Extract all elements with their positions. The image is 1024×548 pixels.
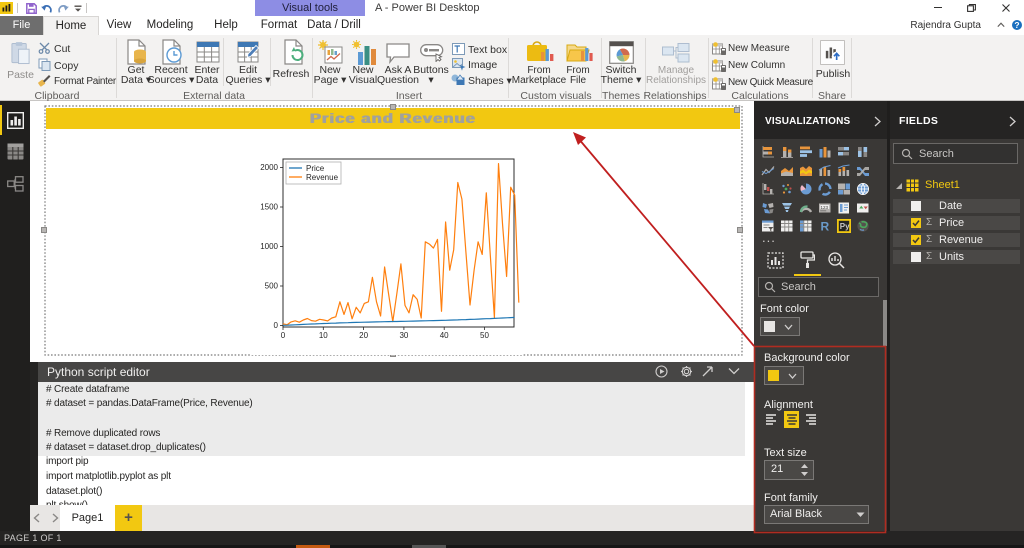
svg-text:0: 0 (274, 321, 279, 330)
svg-text:Py: Py (840, 222, 850, 231)
svg-text:20: 20 (359, 331, 368, 340)
svg-text:1500: 1500 (260, 203, 278, 212)
svg-text:40: 40 (440, 331, 449, 340)
svg-text:50: 50 (480, 331, 489, 340)
svg-text:Price: Price (306, 164, 325, 173)
svg-text:1000: 1000 (260, 242, 278, 251)
svg-text:500: 500 (265, 282, 279, 291)
svg-text:Revenue: Revenue (306, 173, 339, 182)
svg-text:123: 123 (821, 204, 829, 209)
svg-text:2000: 2000 (260, 163, 278, 172)
svg-text:0: 0 (281, 331, 286, 340)
svg-text:R: R (821, 220, 830, 234)
svg-text:10: 10 (319, 331, 328, 340)
svg-text:30: 30 (399, 331, 408, 340)
